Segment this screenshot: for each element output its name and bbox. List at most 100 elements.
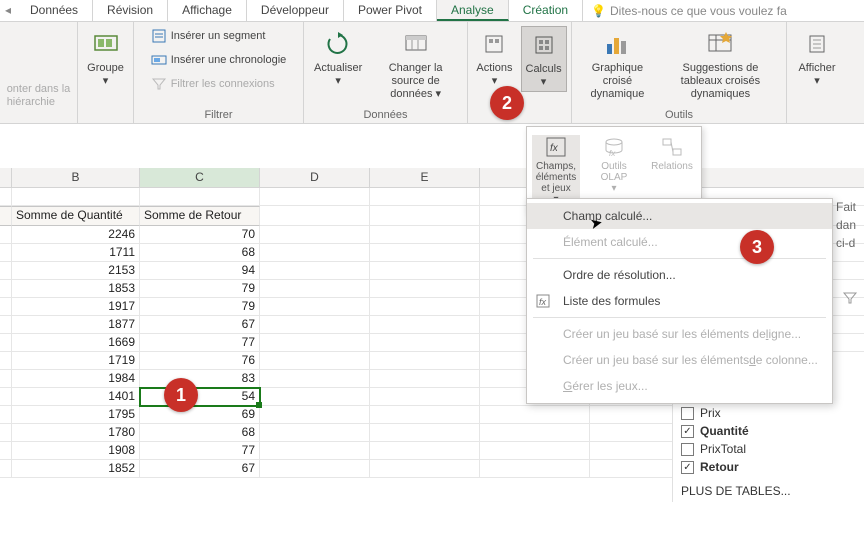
table-cell[interactable]: 83 bbox=[140, 370, 260, 388]
fields-items-sets-button[interactable]: fx Champs, éléments et jeux ▾ bbox=[532, 135, 580, 205]
table-cell[interactable]: 1984 bbox=[12, 370, 140, 388]
tab-revision[interactable]: Révision bbox=[93, 0, 168, 21]
table-cell[interactable]: 70 bbox=[140, 226, 260, 244]
table-cell[interactable]: 1795 bbox=[12, 406, 140, 424]
group-label-filtrer: Filtrer bbox=[204, 109, 232, 123]
refresh-icon bbox=[322, 28, 354, 60]
table-cell[interactable]: 1852 bbox=[12, 460, 140, 478]
table-cell[interactable]: 1719 bbox=[12, 352, 140, 370]
group-label-donnees: Données bbox=[363, 109, 407, 123]
field-prixtotal[interactable]: PrixTotal bbox=[681, 440, 856, 458]
group-label-champ bbox=[37, 109, 40, 123]
badge-1: 1 bbox=[164, 378, 198, 412]
tab-creation[interactable]: Création bbox=[509, 0, 583, 21]
field-prix[interactable]: Prix bbox=[681, 404, 856, 422]
change-source-button[interactable]: Changer la source de données ▾ bbox=[370, 26, 461, 103]
table-cell[interactable]: 94 bbox=[140, 262, 260, 280]
table-cell[interactable]: 79 bbox=[140, 280, 260, 298]
pivot-header-return: Somme de Retour bbox=[140, 206, 260, 226]
slicer-icon bbox=[151, 28, 167, 44]
col-header-d[interactable]: D bbox=[260, 168, 370, 187]
fields-items-sets-menu: Champ calculé... Élément calculé... Ordr… bbox=[526, 198, 833, 404]
field-list-hint: Fait dan ci-d bbox=[832, 198, 864, 252]
table-cell[interactable]: 67 bbox=[140, 316, 260, 334]
pivot-chart-icon bbox=[601, 28, 633, 60]
pivot-chart-button[interactable]: Graphique croisé dynamique bbox=[578, 26, 657, 103]
olap-icon: fx bbox=[602, 135, 626, 159]
more-tables-link[interactable]: PLUS DE TABLES... bbox=[681, 476, 856, 498]
field-retour[interactable]: ✓Retour bbox=[681, 458, 856, 476]
relations-icon bbox=[660, 135, 684, 159]
table-cell[interactable]: 1917 bbox=[12, 298, 140, 316]
tab-powerpivot[interactable]: Power Pivot bbox=[344, 0, 437, 21]
table-cell[interactable]: 1401 bbox=[12, 388, 140, 406]
table-cell[interactable]: 68 bbox=[140, 244, 260, 262]
group-icon bbox=[90, 28, 122, 60]
timeline-icon bbox=[151, 52, 167, 68]
table-cell[interactable]: 2153 bbox=[12, 262, 140, 280]
column-headers: B C D E F bbox=[0, 168, 864, 188]
calculs-button[interactable]: Calculs▾ bbox=[521, 26, 567, 92]
table-cell[interactable]: 68 bbox=[140, 424, 260, 442]
tab-donnees[interactable]: Données bbox=[16, 0, 93, 21]
menu-calculated-item: Élément calculé... bbox=[527, 229, 832, 255]
table-cell[interactable]: 1853 bbox=[12, 280, 140, 298]
drill-up-label: onter dans la hiérarchie bbox=[7, 83, 71, 109]
relations-button[interactable]: Relations bbox=[648, 135, 696, 205]
menu-solve-order[interactable]: Ordre de résolution... bbox=[527, 262, 832, 288]
insert-timeline-button[interactable]: Insérer une chronologie bbox=[151, 50, 287, 70]
svg-text:fx: fx bbox=[550, 143, 559, 154]
table-cell[interactable]: 1711 bbox=[12, 244, 140, 262]
menu-create-set-row: Créer un jeu basé sur les éléments de li… bbox=[527, 321, 832, 347]
table-cell[interactable]: 1908 bbox=[12, 442, 140, 460]
pivot-header-quantity: Somme de Quantité bbox=[12, 206, 140, 226]
groupe-button[interactable]: Groupe▾ bbox=[83, 26, 128, 90]
filter-connections-icon bbox=[151, 76, 167, 92]
col-header-c[interactable]: C bbox=[140, 168, 260, 187]
table-cell[interactable]: 77 bbox=[140, 334, 260, 352]
insert-slicer-button[interactable]: Insérer un segment bbox=[151, 26, 266, 46]
table-cell[interactable]: 1877 bbox=[12, 316, 140, 334]
pivot-suggestions-icon bbox=[704, 28, 736, 60]
col-header-e[interactable]: E bbox=[370, 168, 480, 187]
menu-create-set-col: Créer un jeu basé sur les éléments de co… bbox=[527, 347, 832, 373]
field-quantite[interactable]: ✓Quantité bbox=[681, 422, 856, 440]
list-formulas-icon: fx bbox=[535, 293, 551, 309]
filter-connections-button[interactable]: Filtrer les connexions bbox=[151, 74, 275, 94]
badge-2: 2 bbox=[490, 86, 524, 120]
menu-calculated-field[interactable]: Champ calculé... bbox=[527, 203, 832, 229]
show-button[interactable]: Afficher▾ bbox=[794, 26, 839, 90]
table-cell[interactable]: 2246 bbox=[12, 226, 140, 244]
tab-developpeur[interactable]: Développeur bbox=[247, 0, 344, 21]
actions-icon bbox=[478, 28, 510, 60]
refresh-button[interactable]: Actualiser▾ bbox=[310, 26, 366, 90]
actions-button[interactable]: Actions▾ bbox=[472, 26, 516, 90]
group-label-outils: Outils bbox=[665, 109, 693, 123]
table-cell[interactable]: 1780 bbox=[12, 424, 140, 442]
olap-tools-button[interactable]: fx Outils OLAP ▾ bbox=[590, 135, 638, 205]
tabs-scroll-left[interactable]: ◂ bbox=[0, 0, 16, 21]
table-cell[interactable]: 67 bbox=[140, 460, 260, 478]
fx-box-icon: fx bbox=[544, 135, 568, 159]
table-cell[interactable]: 79 bbox=[140, 298, 260, 316]
data-source-icon bbox=[400, 28, 432, 60]
pivot-suggestions-button[interactable]: Suggestions de tableaux croisés dynamiqu… bbox=[661, 26, 780, 103]
svg-text:fx: fx bbox=[539, 297, 547, 307]
badge-3: 3 bbox=[740, 230, 774, 264]
table-cell[interactable]: 54 bbox=[140, 388, 260, 406]
table-cell[interactable]: 77 bbox=[140, 442, 260, 460]
show-icon bbox=[801, 28, 833, 60]
tab-affichage[interactable]: Affichage bbox=[168, 0, 247, 21]
menu-list-formulas[interactable]: fx Liste des formules bbox=[527, 288, 832, 314]
tell-me-label: Dites-nous ce que vous voulez fa bbox=[610, 4, 787, 18]
table-cell[interactable]: 76 bbox=[140, 352, 260, 370]
table-cell[interactable]: 1669 bbox=[12, 334, 140, 352]
table-cell[interactable]: 69 bbox=[140, 406, 260, 424]
tell-me-search[interactable]: 💡 Dites-nous ce que vous voulez fa bbox=[583, 0, 864, 21]
filter-icon[interactable] bbox=[842, 290, 858, 306]
svg-text:fx: fx bbox=[609, 149, 616, 158]
col-header-b[interactable]: B bbox=[12, 168, 140, 187]
calculs-icon bbox=[528, 29, 560, 61]
ribbon-tabs: ◂ Données Révision Affichage Développeur… bbox=[0, 0, 864, 22]
tab-analyse[interactable]: Analyse bbox=[437, 0, 509, 21]
